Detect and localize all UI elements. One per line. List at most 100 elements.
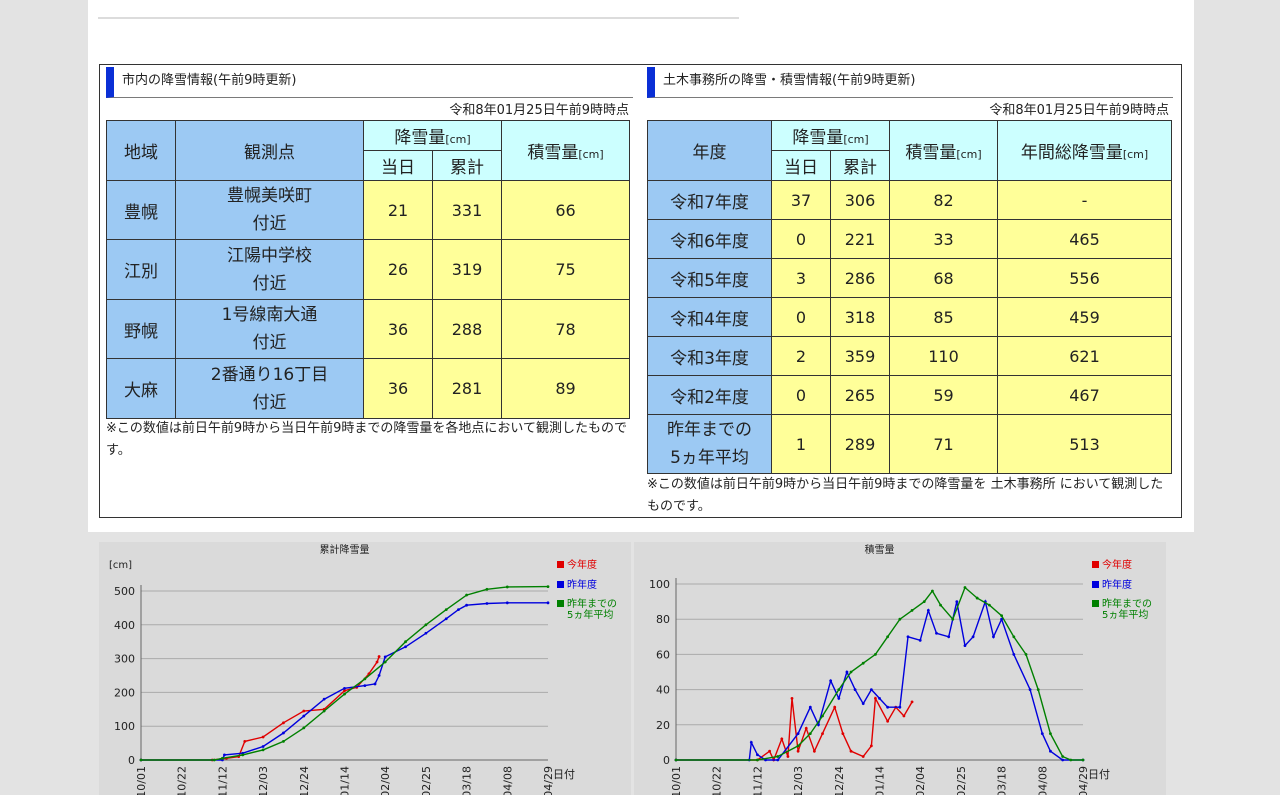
x-tick-label: 04/08 [501,766,514,795]
header-total: 累計 [829,150,891,181]
data-point [869,688,873,691]
data-point [790,697,794,700]
legend-swatch [557,561,564,568]
today-cell: 26 [363,239,433,300]
data-point [1061,758,1065,762]
data-point [282,731,285,735]
x-tick-label: 02/25 [955,766,968,795]
data-point [212,758,216,762]
x-tick-label: 11/12 [751,766,764,795]
data-point [241,753,245,757]
y-tick-label: 80 [656,613,670,626]
depth-cell: 82 [889,180,999,220]
depth-cell: 33 [889,219,999,259]
depth-cell: 110 [889,336,999,376]
depth-cell: 75 [501,239,631,300]
data-point [935,631,938,635]
data-point [829,679,833,683]
header-depth-unit: [cm] [578,148,604,161]
data-point [910,609,914,612]
data-point [804,726,808,730]
data-point [444,617,448,621]
header-area: 地域 [106,120,176,181]
x-axis-label: 日付 [553,768,575,781]
series-line [676,599,1083,761]
data-point [975,596,979,600]
x-tick-label: 01/14 [874,766,887,795]
area-cell: 江別 [106,239,176,300]
data-point [849,670,853,674]
table-row: 令和3年度 2 359 110 621 [647,336,1173,376]
today-cell: 0 [771,297,831,337]
point-name: 2番通り16丁目 [210,364,329,385]
total-cell: 286 [829,258,891,298]
y-tick-label: 400 [114,619,135,632]
data-point [910,700,914,704]
year-cell: 令和2年度 [647,375,772,415]
x-tick-label: 02/04 [379,766,392,795]
data-point [383,660,387,664]
x-tick-label: 04/08 [1036,766,1049,795]
year-cell: 令和5年度 [647,258,772,298]
depth-cell: 59 [889,375,999,415]
data-point [363,684,367,688]
data-point [776,758,780,762]
y-tick-label: 0 [128,754,135,767]
legend-label: 5ヵ年平均 [1102,608,1148,621]
year-cell: 令和4年度 [647,297,772,337]
header-depth: 積雪量[cm] [889,120,999,181]
data-point [861,702,865,706]
data-point [987,603,991,607]
header-year: 年度 [647,120,772,181]
avg-label-1: 昨年までの [667,420,752,440]
table-row: 令和5年度 3 286 68 556 [647,258,1173,298]
point-cell: 江陽中学校 付近 [175,239,364,300]
data-point [1012,653,1016,656]
data-point [404,640,407,644]
total-cell: 359 [829,336,891,376]
series-line [141,602,548,761]
data-point [918,638,922,642]
data-point [282,721,285,725]
data-point [808,732,812,735]
header-point: 観測点 [175,120,364,181]
data-point [776,755,780,758]
point-cell: 2番通り16丁目 付近 [175,358,364,419]
data-point [963,644,967,647]
data-point [139,758,143,762]
data-point [841,732,845,735]
legend-swatch [1092,561,1099,568]
legend-swatch [1092,600,1099,607]
depth-cell: 68 [889,258,999,298]
chart-title: 累計降雪量 [320,543,370,556]
x-tick-label: 12/03 [257,766,270,795]
legend-swatch [557,581,564,588]
legend-label: 昨年度 [1102,578,1132,591]
y-tick-label: 100 [649,578,670,591]
y-axis-label: [cm] [109,560,132,571]
data-point [812,749,816,753]
y-tick-label: 20 [656,719,670,732]
x-tick-label: 12/24 [833,766,846,795]
annual-cell: 621 [997,336,1173,376]
legend-label: 昨年までの [567,597,617,610]
data-point [786,755,790,758]
legend-label: 今年度 [1102,558,1132,571]
legend-label: 昨年度 [567,578,597,591]
data-point [404,645,407,649]
data-point [375,660,379,664]
data-point [261,745,265,748]
chart-title: 積雪量 [865,543,895,556]
data-point [1040,732,1044,735]
total-cell: 288 [431,299,503,359]
data-point [821,714,824,718]
data-point [926,609,930,612]
header-today: 当日 [771,150,831,181]
legend-swatch [1092,581,1099,588]
data-point [780,737,784,741]
data-point [1028,688,1032,691]
data-point [546,601,550,605]
header-snowfall-unit: [cm] [445,133,471,146]
data-point [853,688,857,691]
today-cell: 1 [771,414,831,474]
